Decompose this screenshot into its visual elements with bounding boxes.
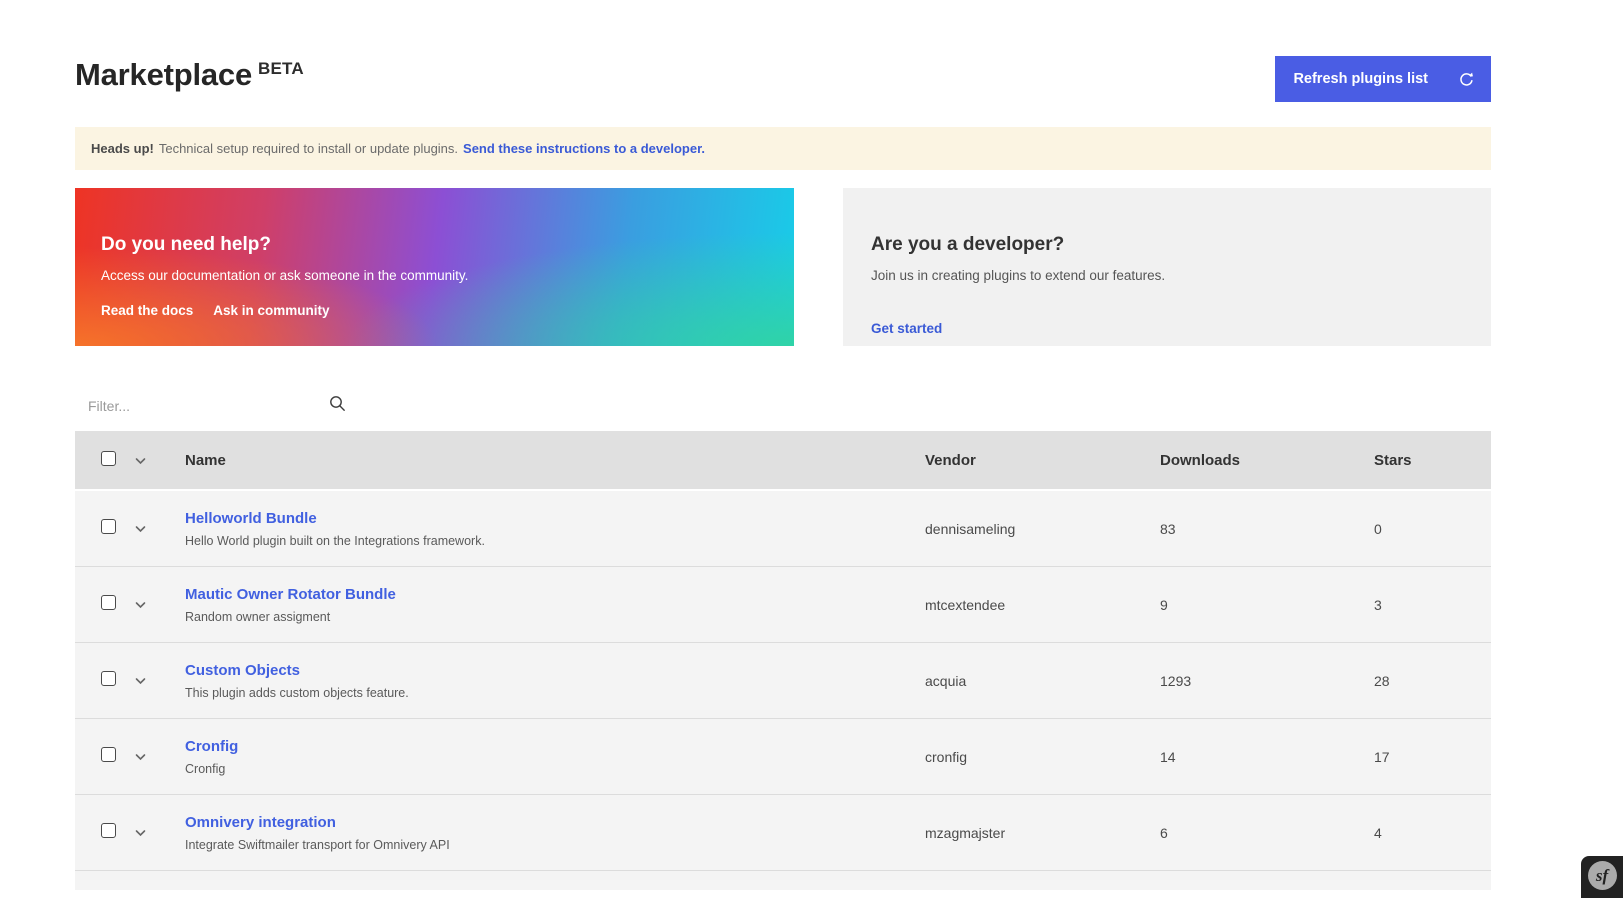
plugin-name-link[interactable]: Omnivery integration xyxy=(185,814,925,831)
table-row: Mautic Owner Rotator Bundle Random owner… xyxy=(75,567,1491,643)
row-checkbox-cell xyxy=(75,595,135,615)
ask-community-link[interactable]: Ask in community xyxy=(213,303,329,318)
refresh-plugins-button[interactable]: Refresh plugins list xyxy=(1275,56,1491,102)
row-checkbox[interactable] xyxy=(101,519,116,534)
bulk-actions-chevron-down-icon[interactable] xyxy=(135,457,146,465)
refresh-plugins-label: Refresh plugins list xyxy=(1293,71,1428,87)
select-all-checkbox[interactable] xyxy=(101,451,116,466)
developer-card-title: Are you a developer? xyxy=(871,234,1463,256)
plugin-stars: 28 xyxy=(1374,673,1491,689)
row-caret-cell xyxy=(135,748,185,766)
table-row: Omnivery integration Integrate Swiftmail… xyxy=(75,795,1491,871)
row-chevron-down-icon[interactable] xyxy=(135,829,146,837)
plugin-description: This plugin adds custom objects feature. xyxy=(185,686,925,700)
read-docs-link[interactable]: Read the docs xyxy=(101,303,193,318)
send-instructions-link[interactable]: Send these instructions to a developer. xyxy=(463,141,705,156)
plugin-stars: 17 xyxy=(1374,749,1491,765)
plugin-downloads: 6 xyxy=(1160,825,1374,841)
plugin-downloads: 9 xyxy=(1160,597,1374,613)
help-card-description: Access our documentation or ask someone … xyxy=(101,268,768,283)
plugin-vendor: mzagmajster xyxy=(925,825,1160,841)
plugin-description: Integrate Swiftmailer transport for Omni… xyxy=(185,838,925,852)
plugins-table: Name Vendor Downloads Stars Helloworld B… xyxy=(75,431,1491,890)
get-started-link[interactable]: Get started xyxy=(871,321,942,336)
alert-text: Technical setup required to install or u… xyxy=(159,141,458,156)
row-checkbox[interactable] xyxy=(101,747,116,762)
page-title-text: Marketplace xyxy=(75,57,252,92)
plugin-name-link[interactable]: Mautic Owner Rotator Bundle xyxy=(185,586,925,603)
page-title: Marketplace BETA xyxy=(75,56,304,93)
help-card-links: Read the docs Ask in community xyxy=(101,303,768,318)
column-header-name[interactable]: Name xyxy=(185,452,925,469)
plugin-name-link[interactable]: Custom Objects xyxy=(185,662,925,679)
plugin-vendor: acquia xyxy=(925,673,1160,689)
header-checkbox-cell xyxy=(75,451,135,470)
row-chevron-down-icon[interactable] xyxy=(135,753,146,761)
marketplace-page: Marketplace BETA Refresh plugins list Hea… xyxy=(75,0,1491,890)
row-caret-cell xyxy=(135,520,185,538)
plugin-downloads: 14 xyxy=(1160,749,1374,765)
row-caret-cell xyxy=(135,824,185,842)
row-checkbox-cell xyxy=(75,671,135,691)
filter-bar xyxy=(88,394,346,418)
alert-emphasis: Heads up! xyxy=(91,141,154,156)
row-checkbox-cell xyxy=(75,823,135,843)
setup-alert: Heads up! Technical setup required to in… xyxy=(75,127,1491,170)
help-card-title: Do you need help? xyxy=(101,234,768,256)
help-card: Do you need help? Access our documentati… xyxy=(75,188,794,346)
developer-card: Are you a developer? Join us in creating… xyxy=(843,188,1491,346)
info-cards: Do you need help? Access our documentati… xyxy=(75,188,1491,346)
plugin-name-cell: Omnivery integration Integrate Swiftmail… xyxy=(185,814,925,852)
plugin-downloads: 1293 xyxy=(1160,673,1374,689)
plugin-description: Random owner assigment xyxy=(185,610,925,624)
row-chevron-down-icon[interactable] xyxy=(135,525,146,533)
beta-badge: BETA xyxy=(258,59,304,78)
plugin-stars: 4 xyxy=(1374,825,1491,841)
plugin-vendor: cronfig xyxy=(925,749,1160,765)
row-checkbox[interactable] xyxy=(101,823,116,838)
plugin-stars: 0 xyxy=(1374,521,1491,537)
table-row: Custom Objects This plugin adds custom o… xyxy=(75,643,1491,719)
plugin-description: Hello World plugin built on the Integrat… xyxy=(185,534,925,548)
table-header-row: Name Vendor Downloads Stars xyxy=(75,431,1491,489)
plugin-name-cell: Mautic Owner Rotator Bundle Random owner… xyxy=(185,586,925,624)
row-caret-cell xyxy=(135,672,185,690)
plugin-name-link[interactable]: Helloworld Bundle xyxy=(185,510,925,527)
plugin-description: Cronfig xyxy=(185,762,925,776)
symfony-logo-icon: sf xyxy=(1588,861,1617,890)
row-chevron-down-icon[interactable] xyxy=(135,677,146,685)
row-checkbox[interactable] xyxy=(101,595,116,610)
plugin-name-cell: Helloworld Bundle Hello World plugin bui… xyxy=(185,510,925,548)
plugin-downloads: 83 xyxy=(1160,521,1374,537)
filter-input[interactable] xyxy=(88,394,308,418)
plugin-name-cell: Cronfig Cronfig xyxy=(185,738,925,776)
plugin-stars: 3 xyxy=(1374,597,1491,613)
plugin-name-cell: Custom Objects This plugin adds custom o… xyxy=(185,662,925,700)
row-checkbox-cell xyxy=(75,747,135,767)
table-row: Cronfig Cronfig cronfig 14 17 xyxy=(75,719,1491,795)
search-icon xyxy=(329,395,346,417)
row-checkbox[interactable] xyxy=(101,671,116,686)
row-checkbox-cell xyxy=(75,519,135,539)
header-caret-cell xyxy=(135,452,185,469)
table-row-partial xyxy=(75,871,1491,890)
row-caret-cell xyxy=(135,596,185,614)
plugin-name-link[interactable]: Cronfig xyxy=(185,738,925,755)
column-header-vendor[interactable]: Vendor xyxy=(925,452,1160,469)
row-chevron-down-icon[interactable] xyxy=(135,601,146,609)
plugin-vendor: dennisameling xyxy=(925,521,1160,537)
top-bar: Marketplace BETA Refresh plugins list xyxy=(75,0,1491,102)
developer-card-description: Join us in creating plugins to extend ou… xyxy=(871,268,1463,283)
column-header-downloads[interactable]: Downloads xyxy=(1160,452,1374,469)
plugin-vendor: mtcextendee xyxy=(925,597,1160,613)
column-header-stars[interactable]: Stars xyxy=(1374,452,1491,469)
refresh-icon xyxy=(1458,71,1475,88)
table-row: Helloworld Bundle Hello World plugin bui… xyxy=(75,491,1491,567)
